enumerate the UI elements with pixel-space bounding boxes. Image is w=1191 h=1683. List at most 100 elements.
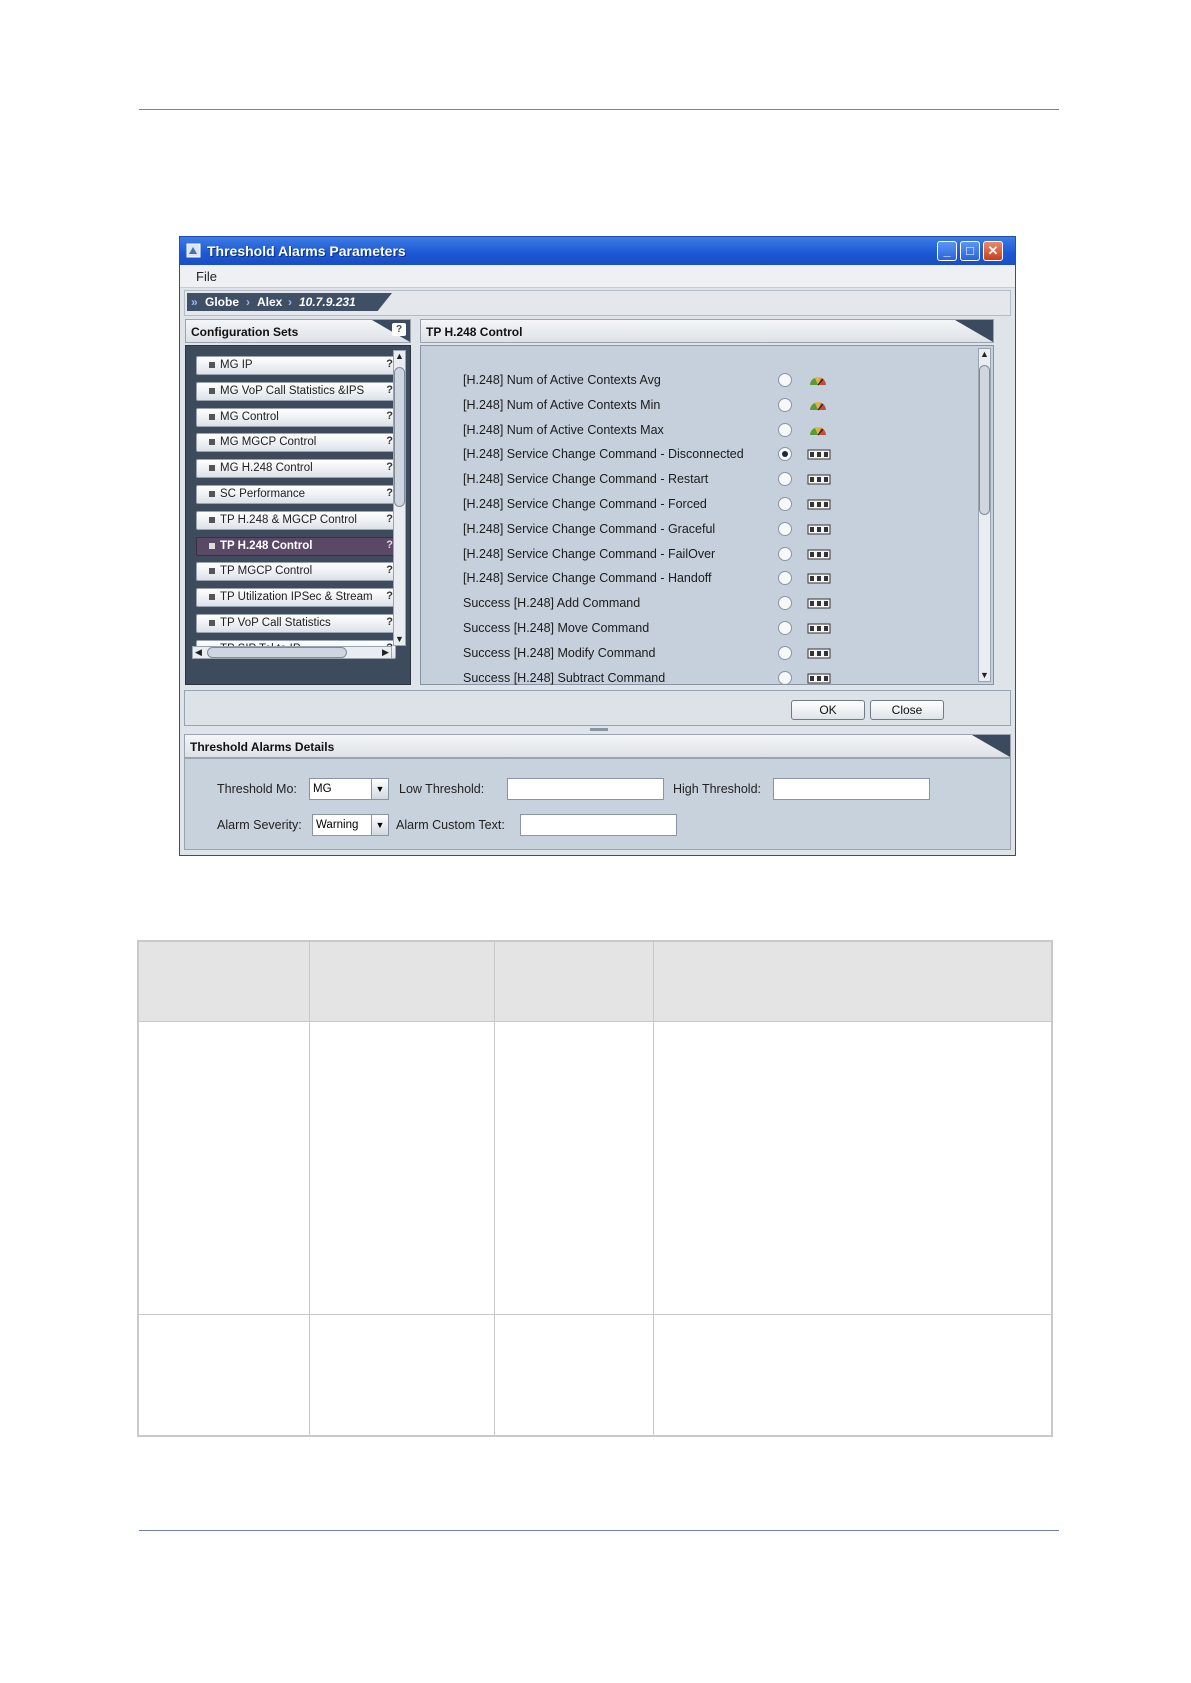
help-icon[interactable]: ? bbox=[386, 590, 393, 602]
config-set-label: TP VoP Call Statistics bbox=[220, 617, 331, 629]
maximize-button[interactable]: □ bbox=[960, 241, 980, 261]
metric-row[interactable]: [H.248] Service Change Command - Disconn… bbox=[463, 446, 983, 464]
scroll-down-icon[interactable]: ▼ bbox=[394, 634, 405, 645]
gauge-icon bbox=[810, 426, 826, 435]
config-set-item[interactable]: TP VoP Call Statistics? bbox=[196, 614, 396, 633]
metric-row[interactable]: [H.248] Service Change Command - Restart bbox=[463, 471, 983, 489]
scroll-down-icon[interactable]: ▼ bbox=[979, 670, 990, 681]
metric-radio[interactable] bbox=[778, 621, 792, 635]
gauge-icon bbox=[810, 377, 826, 386]
high-threshold-input[interactable] bbox=[773, 778, 930, 800]
chevron-down-icon[interactable]: ▼ bbox=[371, 815, 388, 835]
help-icon[interactable]: ? bbox=[386, 513, 393, 525]
alarm-custom-text-input[interactable] bbox=[520, 814, 677, 836]
scroll-left-icon[interactable]: ◀ bbox=[193, 647, 204, 658]
config-set-item[interactable]: MG VoP Call Statistics &IPS? bbox=[196, 381, 396, 401]
ok-button[interactable]: OK bbox=[791, 700, 865, 720]
breadcrumb-alex[interactable]: Alex bbox=[257, 295, 282, 309]
metric-row[interactable]: [H.248] Service Change Command - Gracefu… bbox=[463, 521, 983, 539]
splitter-handle[interactable] bbox=[590, 728, 608, 731]
help-icon[interactable]: ? bbox=[386, 358, 393, 370]
help-icon[interactable]: ? bbox=[386, 461, 393, 473]
metric-radio[interactable] bbox=[778, 571, 792, 586]
config-set-label: TP H.248 Control bbox=[220, 539, 313, 552]
minimize-button[interactable]: _ bbox=[937, 241, 957, 261]
help-icon[interactable]: ? bbox=[386, 539, 393, 551]
config-set-item[interactable]: TP MGCP Control? bbox=[196, 562, 396, 582]
config-set-item[interactable]: MG H.248 Control? bbox=[196, 459, 396, 479]
counter-icon bbox=[807, 673, 831, 684]
app-icon bbox=[186, 243, 201, 258]
config-set-item[interactable]: MG Control? bbox=[196, 407, 396, 427]
chevron-down-icon[interactable]: ▼ bbox=[371, 779, 388, 799]
breadcrumb-globe[interactable]: Globe bbox=[205, 295, 239, 309]
help-icon[interactable]: ? bbox=[392, 323, 406, 336]
threshold-mo-select[interactable]: MG ▼ bbox=[309, 778, 389, 800]
metric-row[interactable]: [H.248] Num of Active Contexts Min bbox=[463, 397, 983, 415]
metrics-vscroll[interactable]: ▲ ▼ bbox=[978, 348, 991, 682]
metric-radio[interactable] bbox=[778, 546, 792, 561]
config-set-label: TP Utilization IPSec & Stream bbox=[220, 591, 373, 604]
close-button[interactable]: Close bbox=[870, 700, 944, 720]
table-cell bbox=[137, 1313, 310, 1437]
low-threshold-label: Low Threshold: bbox=[399, 782, 485, 796]
config-set-item[interactable]: SC Performance? bbox=[196, 485, 396, 504]
help-icon[interactable]: ? bbox=[386, 564, 393, 576]
metric-radio[interactable] bbox=[778, 596, 792, 611]
metric-row[interactable]: [H.248] Num of Active Contexts Max bbox=[463, 422, 983, 440]
help-icon[interactable]: ? bbox=[386, 410, 393, 422]
config-set-item[interactable]: MG IP? bbox=[196, 356, 396, 375]
counter-icon bbox=[807, 598, 831, 609]
list-bullet-icon bbox=[209, 413, 215, 420]
metric-radio[interactable] bbox=[778, 397, 792, 412]
threshold-mo-label: Threshold Mo: bbox=[217, 782, 297, 796]
config-sets-title: Configuration Sets bbox=[191, 325, 299, 339]
title-bar[interactable]: Threshold Alarms Parameters _ □ ✕ bbox=[180, 237, 1015, 265]
help-icon[interactable]: ? bbox=[386, 435, 393, 447]
config-set-item[interactable]: TP H.248 & MGCP Control? bbox=[196, 510, 396, 530]
metric-row[interactable]: Success [H.248] Subtract Command bbox=[463, 670, 983, 688]
metric-radio[interactable] bbox=[778, 497, 792, 511]
metric-row[interactable]: Success [H.248] Modify Command bbox=[463, 645, 983, 663]
config-sets-vscroll[interactable]: ▲ ▼ bbox=[393, 350, 406, 646]
metric-radio[interactable] bbox=[778, 373, 792, 387]
metric-radio[interactable] bbox=[778, 472, 792, 487]
config-set-item[interactable]: TP H.248 Control? bbox=[196, 536, 396, 556]
breadcrumb-ip[interactable]: 10.7.9.231 bbox=[299, 295, 356, 309]
scroll-thumb[interactable] bbox=[979, 365, 990, 515]
metric-radio[interactable] bbox=[778, 521, 792, 536]
menu-file[interactable]: File bbox=[196, 269, 217, 284]
scroll-right-icon[interactable]: ▶ bbox=[380, 647, 391, 658]
table-header-cell bbox=[494, 940, 654, 1022]
help-icon[interactable]: ? bbox=[386, 384, 393, 396]
list-bullet-icon bbox=[209, 594, 215, 601]
metric-row[interactable]: Success [H.248] Add Command bbox=[463, 595, 983, 613]
low-threshold-input[interactable] bbox=[507, 778, 664, 800]
config-sets-hscroll[interactable]: ◀ ▶ bbox=[192, 646, 392, 659]
scroll-up-icon[interactable]: ▲ bbox=[394, 351, 405, 362]
metric-row[interactable]: [H.248] Service Change Command - Handoff bbox=[463, 570, 983, 588]
metric-radio[interactable] bbox=[778, 670, 792, 685]
help-icon[interactable]: ? bbox=[386, 616, 393, 628]
metric-radio[interactable] bbox=[778, 447, 792, 462]
metric-row[interactable]: Success [H.248] Move Command bbox=[463, 620, 983, 638]
metric-row[interactable]: [H.248] Num of Active Contexts Avg bbox=[463, 372, 983, 390]
alarm-severity-select[interactable]: Warning ▼ bbox=[312, 814, 389, 836]
config-set-label: TP MGCP Control bbox=[220, 565, 313, 578]
list-bullet-icon bbox=[209, 439, 215, 446]
help-icon[interactable]: ? bbox=[386, 487, 393, 499]
list-bullet-icon bbox=[209, 465, 215, 472]
config-set-item[interactable]: TP Utilization IPSec & Stream? bbox=[196, 588, 396, 608]
metric-radio[interactable] bbox=[778, 422, 792, 437]
dialog-button-bar: OK Close bbox=[184, 690, 1011, 726]
metric-label: [H.248] Num of Active Contexts Max bbox=[463, 422, 664, 437]
config-set-item[interactable]: MG MGCP Control? bbox=[196, 433, 396, 453]
metric-radio[interactable] bbox=[778, 645, 792, 660]
list-bullet-icon bbox=[209, 568, 215, 575]
metric-row[interactable]: [H.248] Service Change Command - Forced bbox=[463, 496, 983, 514]
scroll-up-icon[interactable]: ▲ bbox=[979, 349, 990, 360]
scroll-thumb[interactable] bbox=[394, 367, 405, 507]
metric-row[interactable]: [H.248] Service Change Command - FailOve… bbox=[463, 546, 983, 564]
close-window-button[interactable]: ✕ bbox=[983, 241, 1003, 261]
hscroll-thumb[interactable] bbox=[207, 647, 347, 658]
